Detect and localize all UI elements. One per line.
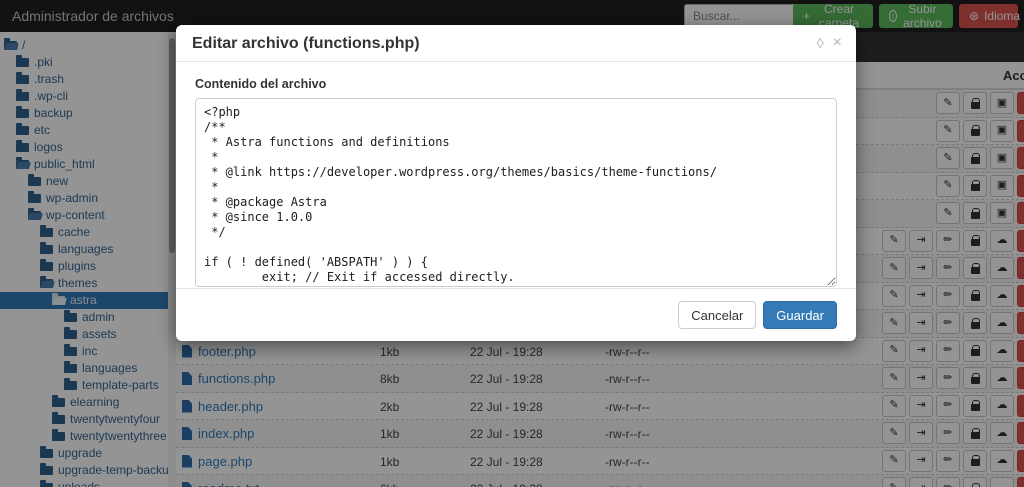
edit-file-modal: Editar archivo (functions.php) ◊ × Conte… <box>176 25 856 341</box>
save-button[interactable]: Guardar <box>763 301 837 329</box>
modal-header: Editar archivo (functions.php) ◊ × <box>176 25 856 62</box>
cancel-button[interactable]: Cancelar <box>678 301 756 329</box>
file-content-textarea[interactable]: <?php /** * Astra functions and definiti… <box>195 98 837 287</box>
close-icon[interactable]: × <box>833 35 842 51</box>
fullscreen-icon[interactable]: ◊ <box>817 36 824 50</box>
modal-title: Editar archivo (functions.php) <box>192 35 420 52</box>
modal-body: Contenido del archivo <?php /** * Astra … <box>176 62 856 302</box>
content-label: Contenido del archivo <box>195 77 837 91</box>
file-manager-app: Administrador de archivos +Crear carpeta… <box>0 0 1024 487</box>
modal-footer: Cancelar Guardar <box>176 288 856 341</box>
